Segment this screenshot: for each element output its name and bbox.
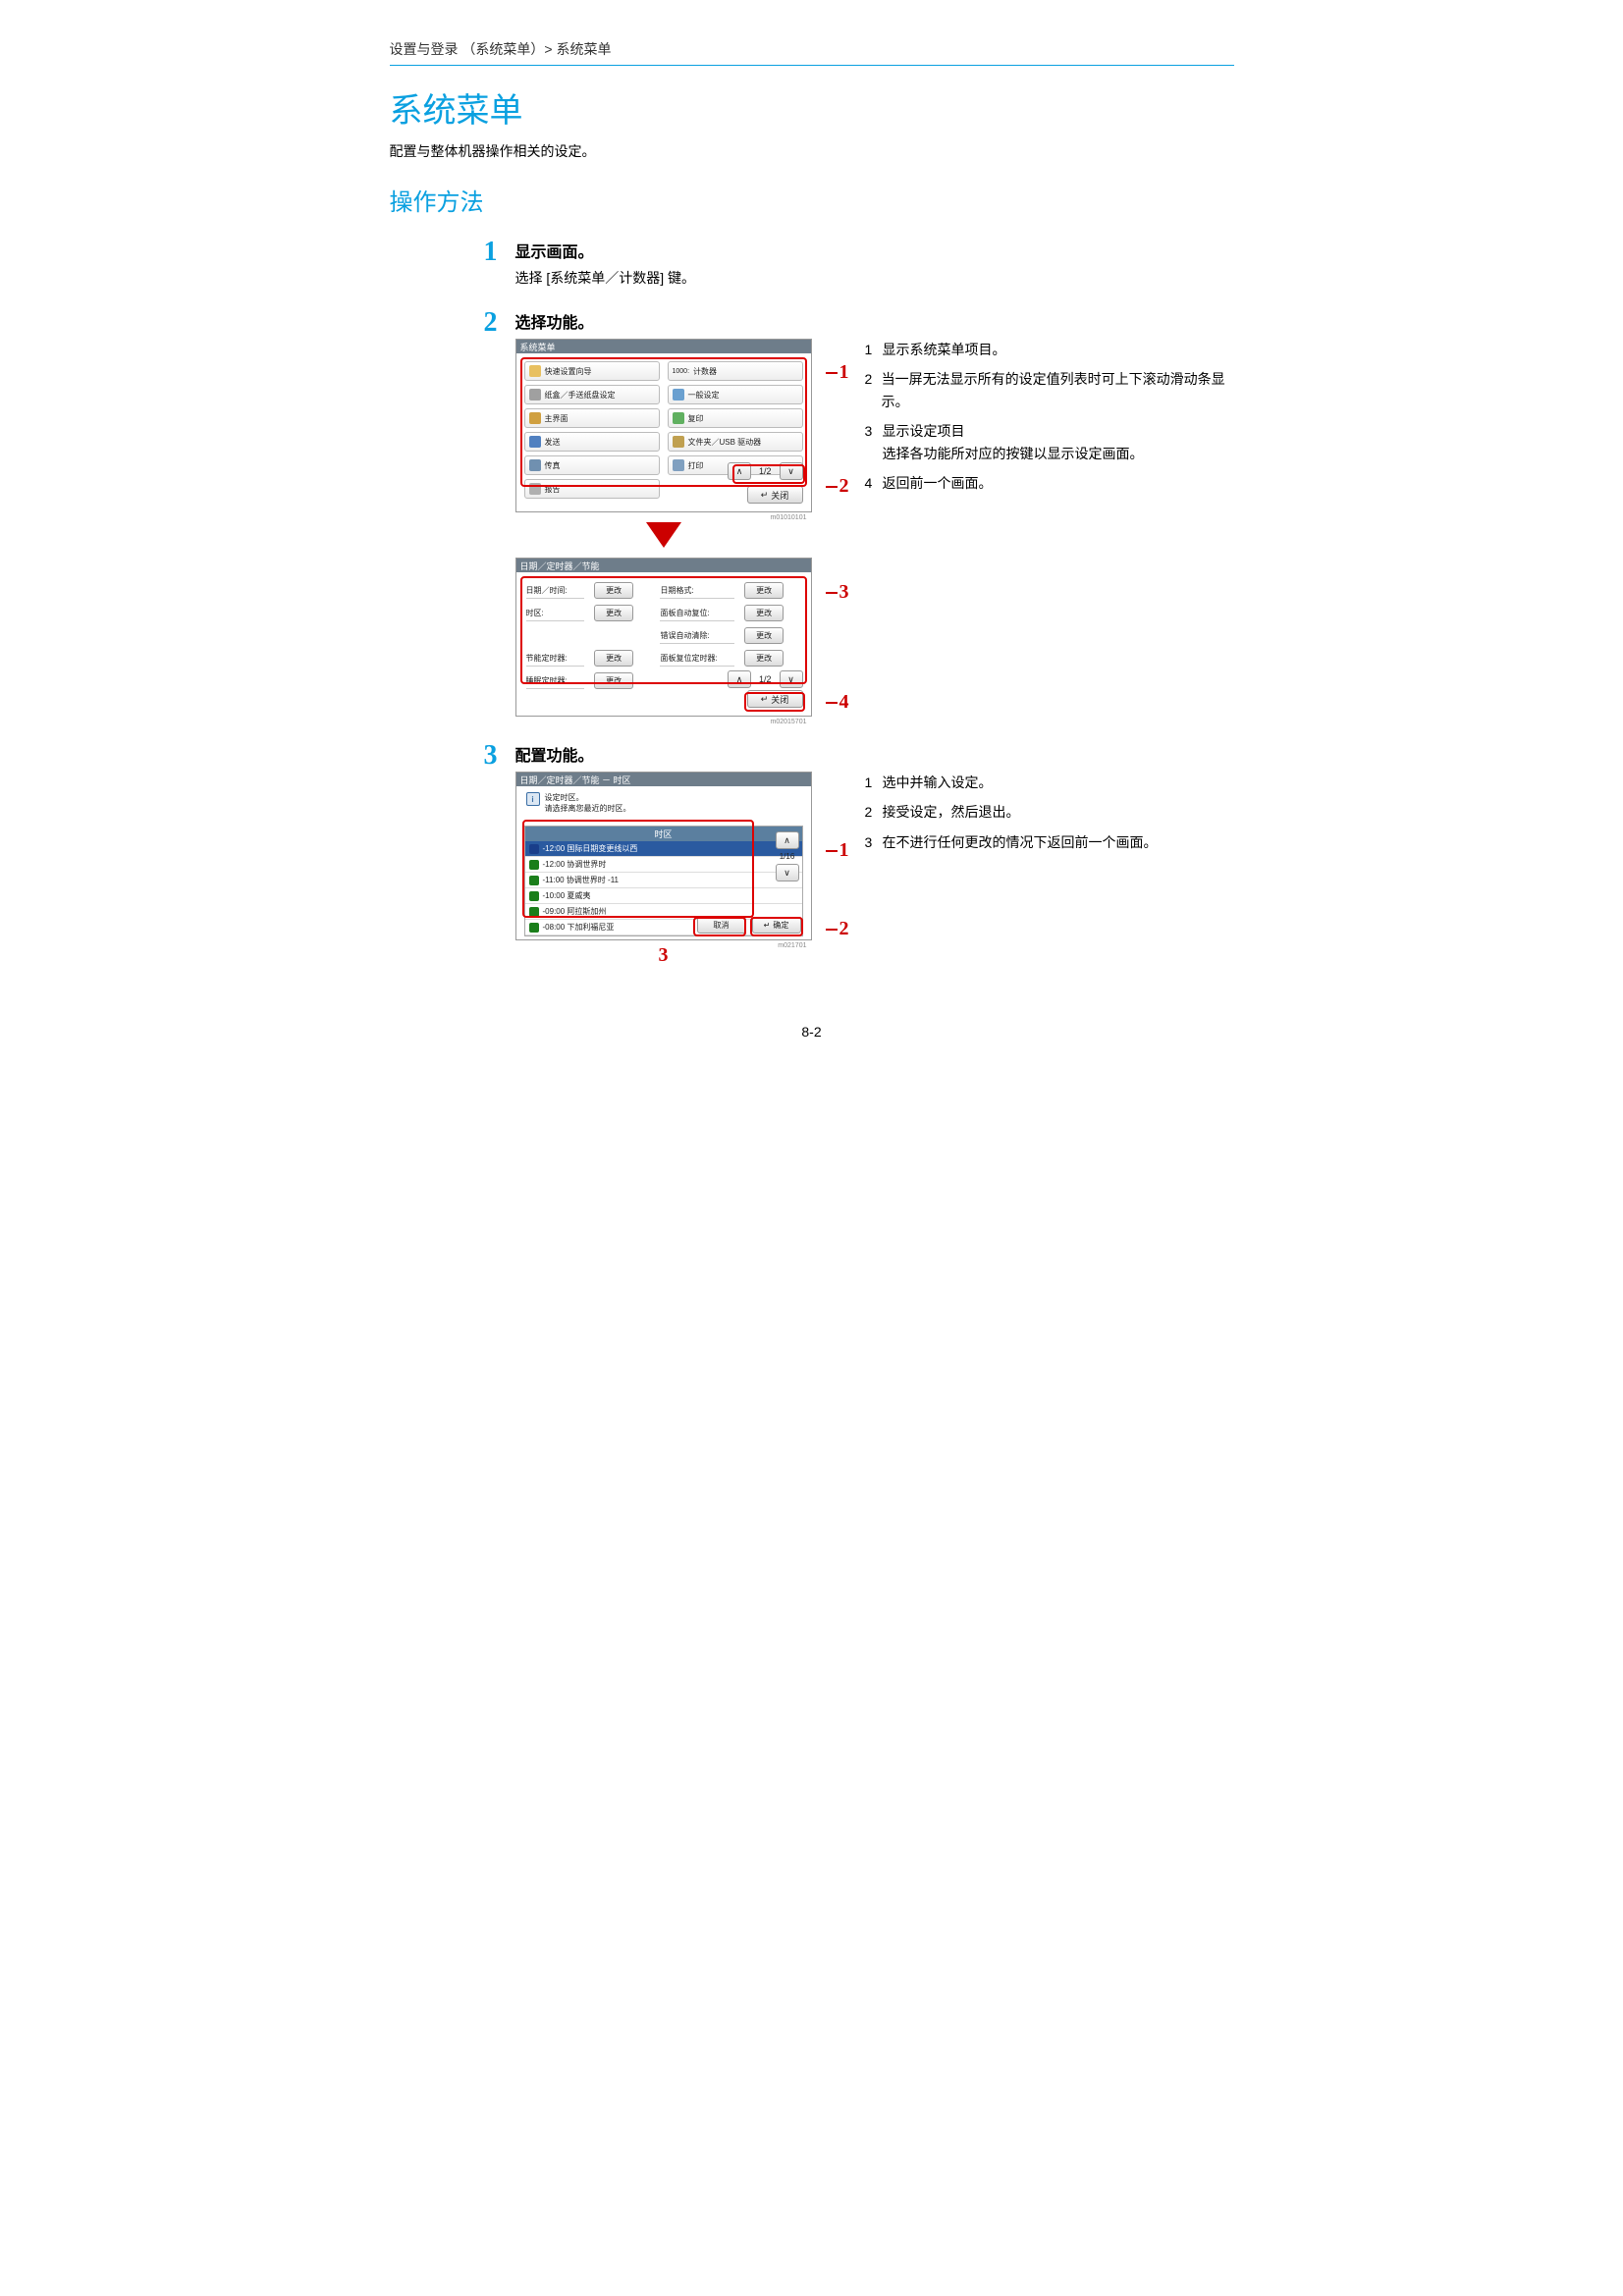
callout-1: 1 [839,362,865,382]
timezone-screenshot: 日期／定时器／节能 － 时区 i 设定时区。 请选择离您最近的时区。 时区 -1… [515,772,812,940]
screenshot-code: m02015701 [771,719,807,725]
window-title: 系统菜单 [516,340,811,353]
callout-connector [826,929,838,931]
close-button[interactable]: ↵关闭 [747,486,803,504]
page-number: 8-2 [390,1024,1234,1040]
datetime-settings-screenshot: 日期／定时器／节能 日期／时间: 更改 日期格式: 更改 时区: 更改 面板自动… [515,558,812,717]
callout-connector [826,850,838,852]
note-text: 选中并输入设定。 [883,772,993,793]
close-label: 关闭 [771,489,788,502]
divider [390,65,1234,66]
screenshot-code: m01010101 [771,514,807,521]
callout-3: 3 [839,582,865,602]
screenshot-code: m021701 [778,942,806,949]
callout-box-3 [693,917,746,936]
note-num: 3 [865,420,883,464]
info-icon: i [526,792,540,806]
arrow-down-icon [646,522,681,548]
note-text: 接受设定，然后退出。 [883,801,1020,823]
note-text: 显示系统菜单项目。 [883,339,1006,360]
step-1-sub: 选择 [系统菜单／计数器] 键。 [515,268,1234,288]
callout-connector [826,592,838,594]
callout-box-2 [732,464,805,484]
hint-line-1: 设定时区。 [545,792,631,803]
note-num: 1 [865,339,883,360]
callout-box-4 [744,692,805,712]
step-1-title: 显示画面。 [515,239,1234,262]
callout-2: 2 [839,919,865,938]
window-title: 日期／定时器／节能 － 时区 [516,773,811,786]
callout-connector [826,486,838,488]
callout-1: 1 [839,840,865,860]
hint-line-2: 请选择离您最近的时区。 [545,803,631,814]
window-title: 日期／定时器／节能 [516,559,811,572]
step-number-3: 3 [390,742,515,770]
callout-box-2 [750,917,803,936]
breadcrumb: 设置与登录 （系统菜单）> 系统菜单 [390,39,1234,59]
tz-label: -08:00 下加利福尼亚 [543,922,615,933]
callout-box-3 [520,576,807,684]
callout-connector [826,702,838,704]
step-3-title: 配置功能。 [515,742,1234,766]
note-num: 2 [865,368,882,412]
note-text: 在不进行任何更改的情况下返回前一个画面。 [883,831,1158,853]
intro-text: 配置与整体机器操作相关的设定。 [390,141,1234,161]
step-number-1: 1 [390,239,515,266]
callout-box-1 [522,820,754,918]
globe-icon [529,923,539,933]
page-indicator: 1/16 [780,852,795,861]
note-num: 3 [865,831,883,853]
note-text: 返回前一个画面。 [883,472,993,494]
page-down-button[interactable]: ∨ [776,864,799,881]
step-number-2: 2 [390,309,515,337]
system-menu-screenshot: 系统菜单 快速设置向导 1000:计数器 纸盒／手送纸盘设定 一般设定 主界面 … [515,339,812,512]
callout-connector [826,372,838,374]
note-text: 显示设定项目 选择各功能所对应的按键以显示设定画面。 [883,420,1144,464]
return-icon: ↵ [761,490,769,501]
callout-4: 4 [839,692,865,712]
page-up-button[interactable]: ∧ [776,831,799,849]
step-2-title: 选择功能。 [515,309,1234,333]
note-num: 4 [865,472,883,494]
note-num: 1 [865,772,883,793]
note-text: 当一屏无法显示所有的设定值列表时可上下滚动滑动条显示。 [882,368,1234,412]
section-title: 操作方法 [390,183,1234,217]
note-num: 2 [865,801,883,823]
page-title: 系统菜单 [390,83,1234,132]
callout-3-below: 3 [659,944,669,967]
callout-2: 2 [839,476,865,496]
